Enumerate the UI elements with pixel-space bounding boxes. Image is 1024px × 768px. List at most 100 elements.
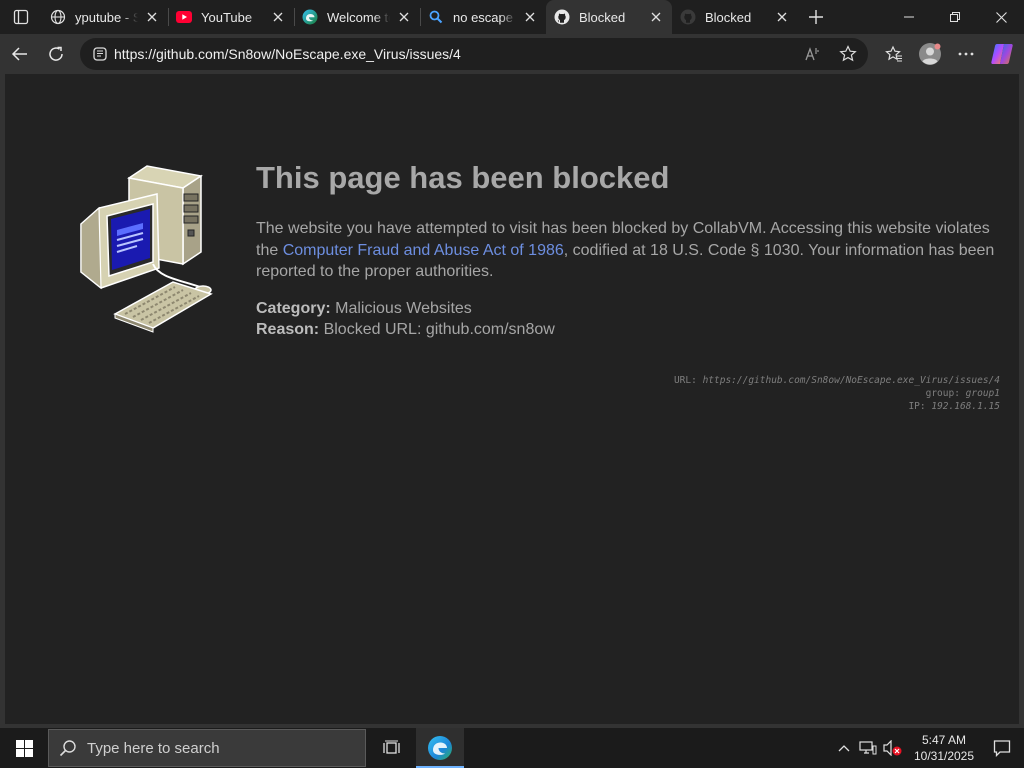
network-button[interactable] xyxy=(856,728,880,768)
avatar-icon xyxy=(919,43,941,65)
tech-group-row: group: group1 xyxy=(674,387,1000,400)
close-window-button[interactable] xyxy=(978,0,1024,34)
tab-blocked[interactable]: Blocked xyxy=(672,0,798,34)
network-icon xyxy=(859,741,877,755)
toolbar-right xyxy=(876,38,1020,70)
close-icon xyxy=(995,11,1007,23)
windows-logo-icon xyxy=(15,739,33,757)
favorites-icon xyxy=(885,45,902,62)
tab-close-icon[interactable] xyxy=(144,9,160,25)
tab-title: Blocked xyxy=(579,9,626,25)
new-tab-button[interactable] xyxy=(798,0,834,34)
computer-illustration xyxy=(80,165,213,333)
tech-group-label: group: xyxy=(925,388,960,399)
github-icon xyxy=(554,9,570,25)
tab-title: Welcome to xyxy=(327,9,390,25)
tab-close-icon[interactable] xyxy=(270,9,286,25)
search-icon xyxy=(428,9,444,25)
task-view-button[interactable] xyxy=(368,728,416,768)
read-aloud-icon xyxy=(805,47,819,61)
tab-close-icon[interactable] xyxy=(396,9,412,25)
page-title: This page has been blocked xyxy=(256,160,670,195)
window-controls xyxy=(886,0,1024,34)
tech-group-value: group1 xyxy=(965,388,1000,399)
minimize-button[interactable] xyxy=(886,0,932,34)
keyboard-icon xyxy=(113,281,213,333)
favorites-button[interactable] xyxy=(876,38,912,70)
tab-strip: yputube - Se YouTube Welcome to no escap… xyxy=(0,0,1024,34)
tab-close-icon[interactable] xyxy=(522,9,538,25)
refresh-button[interactable] xyxy=(38,38,74,70)
tech-ip-label: IP: xyxy=(908,401,926,412)
more-dots-icon xyxy=(958,52,974,56)
address-bar[interactable]: https://github.com/Sn8ow/NoEscape.exe_Vi… xyxy=(80,38,868,70)
system-tray: 5:47 AM 10/31/2025 xyxy=(832,728,1024,768)
copilot-icon xyxy=(991,44,1013,64)
youtube-icon xyxy=(176,9,192,25)
clock-date: 10/31/2025 xyxy=(913,749,975,763)
reason-value: Blocked URL: github.com/sn8ow xyxy=(323,321,555,338)
star-icon xyxy=(839,45,857,62)
tab-welcome[interactable]: Welcome to xyxy=(294,0,420,34)
tech-url-value: https://github.com/Sn8ow/NoEscape.exe_Vi… xyxy=(702,375,1000,386)
more-button[interactable] xyxy=(948,38,984,70)
tech-url-label: URL: xyxy=(673,375,697,386)
tab-youtube-search[interactable]: yputube - Se xyxy=(42,0,168,34)
volume-muted-icon xyxy=(883,740,902,756)
notifications-button[interactable] xyxy=(980,728,1024,768)
block-details: Category: Malicious Websites Reason: Blo… xyxy=(256,298,555,340)
tech-ip-value: 192.168.1.15 xyxy=(931,401,1000,412)
taskbar-search-placeholder: Type here to search xyxy=(87,739,220,757)
tab-title: no escape v xyxy=(453,9,516,25)
category-label: Category: xyxy=(256,300,331,317)
github-icon xyxy=(680,9,696,25)
tab-close-icon[interactable] xyxy=(648,9,664,25)
minimize-icon xyxy=(904,16,914,18)
volume-button[interactable] xyxy=(880,728,904,768)
block-message: The website you have attempted to visit … xyxy=(256,218,996,283)
chevron-up-icon xyxy=(838,745,850,752)
taskbar-edge-button[interactable] xyxy=(416,728,464,768)
favorite-star-button[interactable] xyxy=(834,40,862,68)
address-url[interactable]: https://github.com/Sn8ow/NoEscape.exe_Vi… xyxy=(114,46,461,62)
tab-youtube[interactable]: YouTube xyxy=(168,0,294,34)
tab-no-escape[interactable]: no escape v xyxy=(420,0,546,34)
edge-icon xyxy=(302,9,318,25)
category-value: Malicious Websites xyxy=(335,300,472,317)
site-info-icon[interactable] xyxy=(92,46,108,62)
profile-button[interactable] xyxy=(912,38,948,70)
restore-icon xyxy=(950,12,960,22)
tab-actions-button[interactable] xyxy=(0,0,42,34)
browser-toolbar: https://github.com/Sn8ow/NoEscape.exe_Vi… xyxy=(0,34,1024,74)
monitor-icon xyxy=(80,193,160,290)
technical-info: URL: https://github.com/Sn8ow/NoEscape.e… xyxy=(674,374,1000,413)
tab-close-icon[interactable] xyxy=(774,9,790,25)
taskbar-search-box[interactable]: Type here to search xyxy=(48,729,366,767)
tab-blocked-active[interactable]: Blocked xyxy=(546,0,672,34)
browser-frame-right xyxy=(1019,74,1024,724)
restore-button[interactable] xyxy=(932,0,978,34)
globe-icon xyxy=(50,9,66,25)
back-button[interactable] xyxy=(2,38,38,70)
reason-label: Reason: xyxy=(256,321,320,338)
read-aloud-button[interactable] xyxy=(800,40,828,68)
cfaa-link[interactable]: Computer Fraud and Abuse Act of 1986 xyxy=(283,242,564,259)
tech-ip-row: IP: 192.168.1.15 xyxy=(674,400,1000,413)
copilot-button[interactable] xyxy=(984,38,1020,70)
tab-title: yputube - Se xyxy=(75,9,138,25)
edge-icon xyxy=(428,736,452,760)
search-icon xyxy=(59,740,76,757)
taskbar-clock[interactable]: 5:47 AM 10/31/2025 xyxy=(908,732,980,764)
tab-title: Blocked xyxy=(705,9,752,25)
clock-time: 5:47 AM xyxy=(921,733,967,747)
notification-icon xyxy=(993,740,1011,757)
arrow-left-icon xyxy=(11,47,27,61)
tech-url-row: URL: https://github.com/Sn8ow/NoEscape.e… xyxy=(674,374,1000,387)
category-row: Category: Malicious Websites xyxy=(256,298,555,319)
refresh-icon xyxy=(49,46,63,61)
tab-title: YouTube xyxy=(201,9,253,25)
show-hidden-icons-button[interactable] xyxy=(832,728,856,768)
tab-actions-icon xyxy=(13,9,29,25)
start-button[interactable] xyxy=(0,728,48,768)
task-view-icon xyxy=(383,740,400,754)
